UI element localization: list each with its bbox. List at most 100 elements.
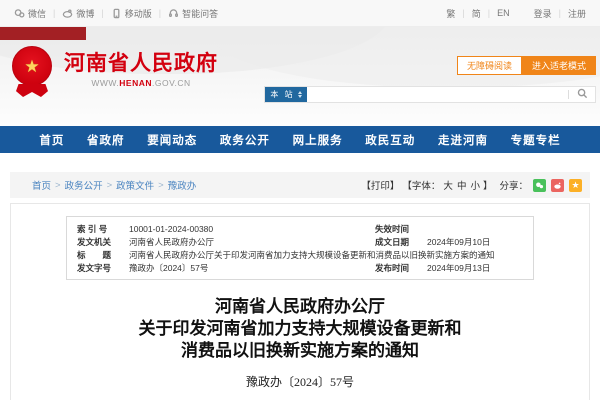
document-title-line1: 河南省人民政府办公厅: [11, 296, 589, 318]
issuing-agency-value: 河南省人民政府办公厅: [129, 236, 375, 248]
select-arrows-icon: [298, 91, 302, 98]
lang-english[interactable]: EN: [497, 8, 510, 18]
nav-item-about-henan[interactable]: 走进河南: [438, 132, 488, 148]
nav-item-online-services[interactable]: 网上服务: [293, 132, 343, 148]
headset-icon: [168, 8, 179, 19]
font-size-large[interactable]: 大: [443, 178, 453, 192]
utility-separator: |: [462, 8, 464, 18]
favorite-star-icon[interactable]: ★: [569, 179, 582, 192]
accessibility-reading-button[interactable]: 无障碍阅读: [457, 56, 522, 75]
breadcrumb-yuzhengban[interactable]: 豫政办: [168, 178, 197, 192]
nav-item-interaction[interactable]: 政民互动: [365, 132, 415, 148]
breadcrumb-home[interactable]: 首页: [32, 178, 51, 192]
lang-traditional[interactable]: 繁: [446, 7, 455, 20]
main-navigation: 首页 省政府 要闻动态 政务公开 网上服务 政民互动 走进河南 专题专栏: [0, 126, 600, 153]
search-button[interactable]: [569, 87, 595, 102]
table-row: 标 题 河南省人民政府办公厅关于印发河南省加力支持大规模设备更新和消费品以旧换新…: [77, 248, 523, 261]
site-header: ★ 河南省人民政府 WWW.HENAN.GOV.CN 无障碍阅读 进入适老模式 …: [0, 27, 600, 126]
utility-separator: |: [159, 8, 161, 18]
document-content-box: 索 引 号 10001-01-2024-00380 失效时间 发文机关 河南省人…: [10, 203, 590, 400]
document-title-line2: 关于印发河南省加力支持大规模设备更新和: [11, 318, 589, 340]
elder-mode-button[interactable]: 进入适老模式: [522, 56, 596, 75]
search-scope-label: 本 站: [270, 89, 294, 100]
weibo-icon: [62, 8, 73, 19]
title-value: 河南省人民政府办公厅关于印发河南省加力支持大规模设备更新和消费品以旧换新实施方案…: [129, 249, 523, 261]
issuing-agency-label: 发文机关: [77, 236, 129, 248]
publish-time-value: 2024年09月13日: [427, 262, 523, 274]
breadcrumb: 首页 > 政务公开 > 政策文件 > 豫政办: [32, 178, 196, 192]
site-url: WWW.HENAN.GOV.CN: [64, 78, 218, 88]
font-size-suffix: 】: [483, 178, 493, 192]
site-title-block: 河南省人民政府 WWW.HENAN.GOV.CN: [64, 46, 218, 97]
expiry-time-label: 失效时间: [375, 223, 427, 235]
font-size-prefix: 【字体：: [402, 178, 440, 192]
table-row: 发文机关 河南省人民政府办公厅 成文日期 2024年09月10日: [77, 235, 523, 248]
breadcrumb-policy-documents[interactable]: 政策文件: [116, 178, 154, 192]
breadcrumb-bar: 首页 > 政务公开 > 政策文件 > 豫政办 【打印】 【字体： 大 中 小 】…: [10, 172, 590, 198]
weibo-label: 微博: [76, 7, 94, 20]
table-row: 发文字号 豫政办〔2024〕57号 发布时间 2024年09月13日: [77, 261, 523, 274]
site-url-prefix: WWW.: [91, 78, 119, 88]
breadcrumb-separator: >: [55, 180, 61, 191]
written-date-label: 成文日期: [375, 236, 427, 248]
weibo-share-icon[interactable]: [551, 179, 564, 192]
utility-separator: |: [53, 8, 55, 18]
register-link[interactable]: 注册: [568, 7, 586, 20]
print-button[interactable]: 【打印】: [361, 178, 399, 192]
table-row: 索 引 号 10001-01-2024-00380 失效时间: [77, 222, 523, 235]
font-size-small[interactable]: 小: [470, 178, 480, 192]
utility-separator: |: [101, 8, 103, 18]
search-scope-select[interactable]: 本 站: [265, 87, 307, 102]
utility-separator: |: [488, 8, 490, 18]
mobile-version-label: 移动版: [125, 7, 152, 20]
national-emblem-icon: ★: [10, 46, 54, 97]
utility-bar: 微信 | 微博 | 移动版 | 智能问答 繁 | 简 | EN: [0, 0, 600, 27]
font-size-controls: 大 中 小: [443, 178, 480, 192]
title-label: 标 题: [77, 249, 129, 261]
share-label: 分享：: [499, 178, 528, 192]
index-number-value: 10001-01-2024-00380: [129, 224, 375, 234]
login-link[interactable]: 登录: [534, 7, 552, 20]
breadcrumb-separator: >: [107, 180, 113, 191]
utility-right-group: 繁 | 简 | EN 登录 | 注册: [446, 7, 586, 20]
red-banner-strip: [0, 27, 86, 40]
site-logo[interactable]: ★ 河南省人民政府 WWW.HENAN.GOV.CN: [10, 46, 218, 97]
smart-qa-label: 智能问答: [182, 7, 218, 20]
mobile-version-link[interactable]: 移动版: [111, 7, 152, 20]
nav-item-home[interactable]: 首页: [39, 132, 64, 148]
mobile-phone-icon: [111, 8, 122, 19]
lang-simplified[interactable]: 简: [472, 7, 481, 20]
site-title: 河南省人民政府: [64, 53, 218, 75]
search-bar: 本 站: [264, 86, 596, 103]
main-area: 首页 > 政务公开 > 政策文件 > 豫政办 【打印】 【字体： 大 中 小 】…: [0, 172, 600, 400]
smart-qa-link[interactable]: 智能问答: [168, 7, 218, 20]
nav-item-special-topics[interactable]: 专题专栏: [511, 132, 561, 148]
document-info-table: 索 引 号 10001-01-2024-00380 失效时间 发文机关 河南省人…: [66, 216, 534, 280]
site-url-suffix: .GOV.CN: [152, 78, 191, 88]
page-tools: 【打印】 【字体： 大 中 小 】 分享： ★: [361, 178, 582, 192]
utility-left-group: 微信 | 微博 | 移动版 | 智能问答: [14, 7, 218, 20]
nav-item-news[interactable]: 要闻动态: [147, 132, 197, 148]
nav-item-provincial-government[interactable]: 省政府: [87, 132, 125, 148]
mode-buttons: 无障碍阅读 进入适老模式: [264, 56, 596, 75]
wechat-share-icon[interactable]: [533, 179, 546, 192]
document-number-label: 发文字号: [77, 262, 129, 274]
header-right-panel: 无障碍阅读 进入适老模式 本 站: [264, 56, 596, 103]
document-reference-number: 豫政办〔2024〕57号: [11, 373, 589, 390]
document-title: 河南省人民政府办公厅 关于印发河南省加力支持大规模设备更新和 消费品以旧换新实施…: [11, 296, 589, 362]
nav-item-government-affairs[interactable]: 政务公开: [220, 132, 270, 148]
font-size-medium[interactable]: 中: [457, 178, 467, 192]
search-input[interactable]: [307, 87, 568, 102]
written-date-value: 2024年09月10日: [427, 236, 523, 248]
utility-separator: |: [559, 8, 561, 18]
index-number-label: 索 引 号: [77, 223, 129, 235]
wechat-link[interactable]: 微信: [14, 7, 46, 20]
document-number-value: 豫政办〔2024〕57号: [129, 262, 375, 274]
search-icon: [577, 87, 588, 102]
wechat-icon: [14, 8, 25, 19]
breadcrumb-government-affairs[interactable]: 政务公开: [65, 178, 103, 192]
wechat-label: 微信: [28, 7, 46, 20]
weibo-link[interactable]: 微博: [62, 7, 94, 20]
site-url-highlight: HENAN: [119, 78, 152, 88]
publish-time-label: 发布时间: [375, 262, 427, 274]
